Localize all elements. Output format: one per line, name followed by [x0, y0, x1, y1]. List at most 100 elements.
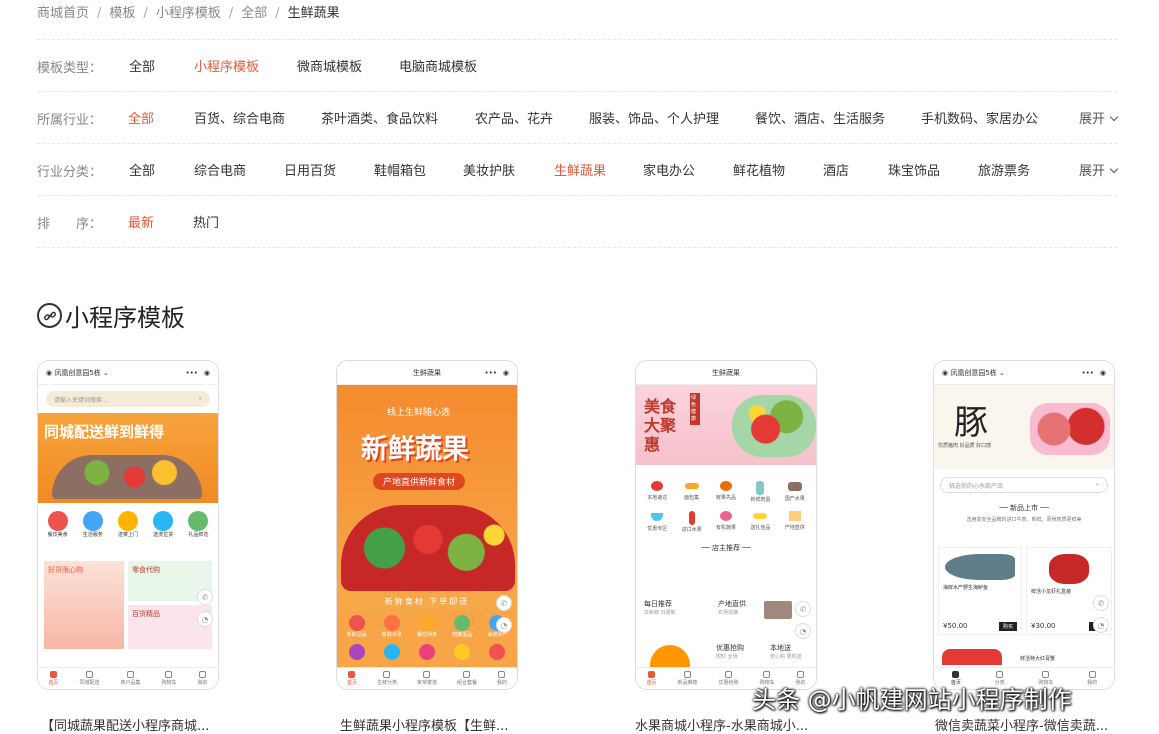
grid-item[interactable]: 产地直供	[778, 511, 812, 533]
tab-home[interactable]: 首页	[48, 671, 59, 686]
filter-sort: 排 序： 最新 热门	[37, 195, 1117, 247]
filter-option[interactable]: 美妆护肤	[463, 160, 515, 179]
filter-option[interactable]: 餐饮、酒店、生活服务	[755, 108, 885, 127]
tab-item[interactable]: 家常菜谱	[417, 671, 437, 686]
tab-home[interactable]: 首页	[347, 671, 357, 686]
grid-item[interactable]: 面包集	[674, 481, 708, 503]
grid-item[interactable]: 生活服务	[82, 511, 103, 538]
template-title[interactable]: 水果商城小程序-水果商城小...	[635, 715, 825, 734]
grid-item[interactable]: 新鲜豆品	[347, 615, 367, 638]
template-title[interactable]: 生鲜蔬果小程序模板【生鲜...	[340, 715, 530, 734]
grid-item[interactable]: 礼品鲜花	[188, 511, 208, 538]
filter-option[interactable]: 手机数码、家居办公	[921, 108, 1038, 127]
filter-option[interactable]: 日用百货	[284, 160, 336, 179]
breadcrumb-templates[interactable]: 模板	[109, 6, 135, 21]
buy-button[interactable]: 购买	[998, 622, 1017, 631]
filter-option[interactable]: 电脑商城模板	[399, 56, 477, 75]
search-placeholder: 挑选你的心水商产品	[949, 483, 1004, 490]
tab-item[interactable]: 购物车	[161, 671, 177, 686]
recipe-icon	[423, 671, 431, 678]
filter-option[interactable]: 综合电商	[194, 160, 246, 179]
grid-item[interactable]: 新鲜水果	[382, 615, 402, 638]
home-icon	[49, 671, 57, 678]
grid-item[interactable]: 送洗拉货	[153, 511, 173, 538]
filter-option[interactable]: 珠宝饰品	[888, 160, 940, 179]
breadcrumb-current: 生鲜蔬果	[287, 6, 340, 21]
filter-option[interactable]: 农产品、花卉	[475, 108, 553, 127]
search-bar[interactable]: 请输入关键词搜索... ⌕	[46, 391, 210, 407]
template-title[interactable]: 微信卖蔬菜小程序-微信卖蔬...	[935, 715, 1125, 734]
phone-icon[interactable]: ✆	[197, 589, 213, 605]
filter-option[interactable]: 茶叶酒类、食品饮料	[321, 108, 438, 127]
grid-item[interactable]: 进口水果	[674, 511, 708, 533]
filter-option[interactable]: 旅游票务	[978, 160, 1030, 179]
filter-option[interactable]: 百货、综合电商	[194, 108, 285, 127]
grid-item[interactable]: 餐饮熟食	[417, 615, 437, 638]
grid-item[interactable]: 送菜上门	[117, 511, 138, 538]
grid-item[interactable]: 鲜果先品	[709, 481, 743, 503]
category-icon[interactable]	[489, 644, 506, 660]
template-card[interactable]: ◉ 凤凰创意园5栋 ⌄ ••• ◉ 请输入关键词搜索... ⌕ 同城配送鲜到鲜得 餐…	[37, 360, 219, 690]
grid-item[interactable]: 肉禽蛋品	[452, 615, 472, 638]
filter-option[interactable]: 全部	[129, 56, 155, 75]
expand-button[interactable]: 展开	[1079, 160, 1119, 179]
grid-item[interactable]: 有机蔬果	[709, 511, 743, 533]
phone-icon[interactable]: ✆	[1093, 595, 1109, 611]
grid-item[interactable]: 优惠专区	[640, 511, 674, 533]
filter-option-active[interactable]: 小程序模板	[194, 56, 259, 75]
rec-item[interactable]: 产地直供 农场现摘	[718, 599, 746, 616]
filter-option[interactable]: 全部	[129, 160, 155, 179]
search-bar[interactable]: 挑选你的心水商产品 ⌕	[940, 477, 1108, 493]
grid-item[interactable]: 送礼佳品	[743, 511, 777, 533]
phone-icon[interactable]: ✆	[795, 601, 811, 617]
watermark: 头条 @小帆建网站小程序制作	[752, 686, 1072, 714]
tab-item[interactable]: 我的	[497, 671, 507, 686]
template-card[interactable]: 生鲜蔬果 ••• ◉ 线上生鲜随心选 新鲜蔬果 产地直供新鲜食材 新鲜食材·下单即…	[336, 360, 518, 690]
phone-icon[interactable]: ✆	[496, 595, 512, 611]
filter-option[interactable]: 鞋帽箱包	[374, 160, 426, 179]
sort-option[interactable]: 热门	[193, 212, 219, 231]
grid-item[interactable]: 本地速达	[640, 481, 674, 503]
tab-item[interactable]: 同城配送	[79, 671, 100, 686]
filter-option[interactable]: 微商城模板	[297, 56, 362, 75]
template-card[interactable]: 生鲜蔬果 美食大聚惠 绿色健康 本地速达 面包集 鲜果先品 新鲜肉蛋 国产水果 …	[635, 360, 817, 690]
grid-item[interactable]: 新鲜肉蛋	[743, 481, 777, 503]
rec-item[interactable]: 优惠抢购 限时 全场	[716, 643, 744, 660]
filter-option[interactable]: 服装、饰品、个人护理	[589, 108, 719, 127]
rec-item[interactable]: 本地送 安心购 限时送	[770, 643, 802, 660]
tab-item[interactable]: 我的	[1087, 671, 1097, 686]
tab-item[interactable]: 组合套餐	[457, 671, 477, 686]
filter-option[interactable]: 家电办公	[643, 160, 695, 179]
filter-option[interactable]: 鲜花植物	[733, 160, 785, 179]
more-icon: •••	[484, 368, 497, 377]
template-title[interactable]: 【同城蔬果配送小程序商城...	[41, 715, 231, 734]
chat-icon[interactable]: ◔	[197, 611, 213, 627]
promo-tile[interactable]: 好货限心购	[44, 561, 124, 649]
grid-item[interactable]: 餐饮美食	[47, 511, 68, 538]
category-icon[interactable]	[418, 644, 435, 660]
category-icon[interactable]	[348, 644, 365, 660]
tab-item[interactable]: 我的	[197, 671, 208, 686]
breadcrumb-home[interactable]: 商城首页	[37, 6, 89, 21]
rec-item[interactable]: 每日推荐 日新鲜 日更新	[644, 599, 676, 616]
chat-icon[interactable]: ◔	[795, 623, 811, 639]
category-icon[interactable]	[454, 644, 471, 660]
grid-item[interactable]: 国产水果	[778, 481, 812, 503]
tab-item[interactable]: 商户品集	[120, 671, 141, 686]
product-card[interactable]: 海鲜水产野生海鲈鱼 ¥50.00 购买	[938, 547, 1022, 635]
breadcrumb-all[interactable]: 全部	[241, 6, 267, 21]
tab-item[interactable]: 新品推荐	[677, 671, 698, 686]
chat-icon[interactable]: ◔	[496, 617, 512, 633]
filter-option-active[interactable]: 全部	[128, 108, 154, 127]
expand-button[interactable]: 展开	[1079, 108, 1119, 127]
filter-option[interactable]: 酒店	[823, 160, 849, 179]
filter-option-active[interactable]: 生鲜蔬果	[554, 160, 606, 179]
tab-item[interactable]: 优惠抢购	[718, 671, 739, 686]
tab-item[interactable]: 生鲜分类	[377, 671, 397, 686]
template-card[interactable]: ◉ 凤凰创意园5栋 ⌄ ••• ◉ 豚 优质猪肉 好品质 好口感 挑选你的心水商产…	[933, 360, 1115, 690]
chat-icon[interactable]: ◔	[1093, 617, 1109, 633]
tab-home[interactable]: 首页	[646, 671, 657, 686]
breadcrumb-miniprogram[interactable]: 小程序模板	[156, 6, 221, 21]
sort-option-active[interactable]: 最新	[128, 212, 154, 231]
category-icon[interactable]	[383, 644, 400, 660]
